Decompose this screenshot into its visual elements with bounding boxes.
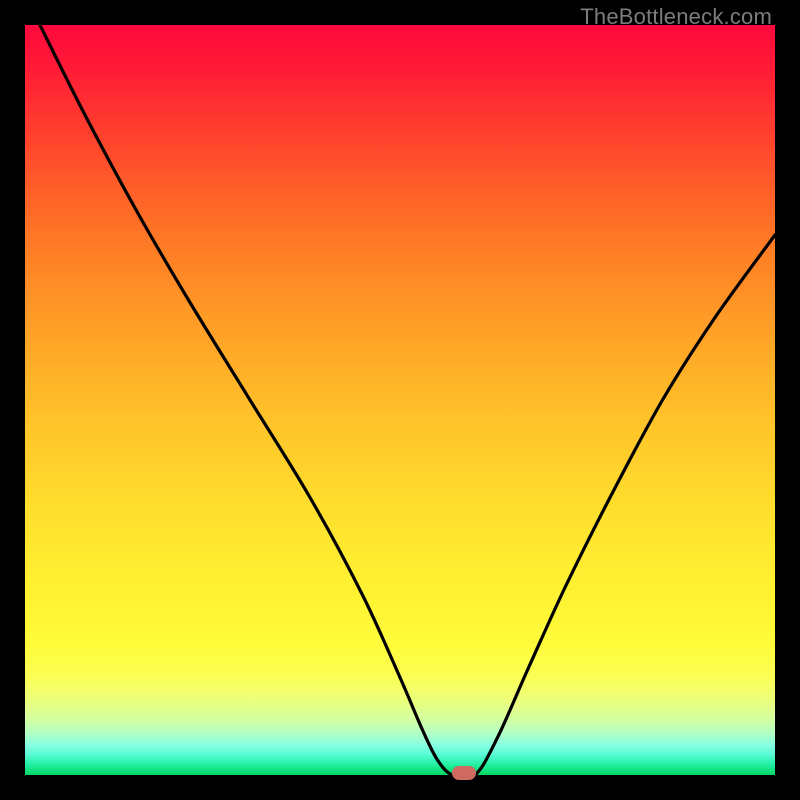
plot-area bbox=[25, 25, 775, 775]
bottleneck-curve bbox=[25, 25, 775, 775]
bottleneck-marker bbox=[452, 766, 476, 780]
curve-path bbox=[40, 25, 775, 775]
chart-frame: TheBottleneck.com bbox=[0, 0, 800, 800]
